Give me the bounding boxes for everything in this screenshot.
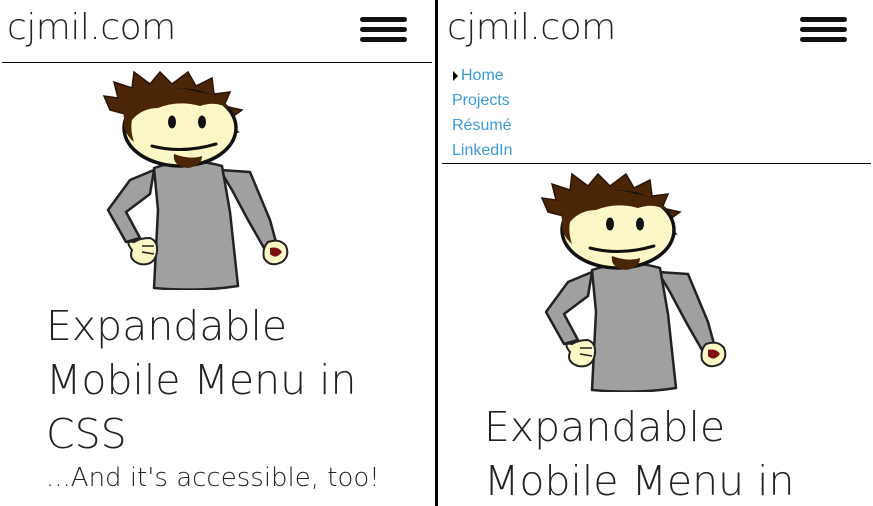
hamburger-menu-icon[interactable] <box>800 17 847 43</box>
site-title-link[interactable]: cjmil.com <box>7 7 176 48</box>
site-header: cjmil.com <box>442 0 871 62</box>
hamburger-menu-icon[interactable] <box>360 17 407 43</box>
nav-item-home: Home <box>442 63 871 88</box>
nav-link-resume[interactable]: Résumé <box>452 113 512 138</box>
nav-item-linkedin: LinkedIn <box>442 138 871 163</box>
nav-menu: Home Projects Résumé LinkedIn <box>442 63 871 164</box>
expanded-menu-view: cjmil.com Home Projects Résumé LinkedIn <box>438 0 873 506</box>
page-heading: Expandable Mobile Menu in CSS <box>46 302 357 458</box>
nav-link-projects[interactable]: Projects <box>452 88 510 113</box>
avatar-cartoon <box>540 172 727 392</box>
nav-item-resume: Résumé <box>442 113 871 138</box>
triangle-right-icon <box>453 71 458 81</box>
page-subheading: ...And it's accessible, too! <box>46 463 380 493</box>
nav-item-projects: Projects <box>442 88 871 113</box>
site-header: cjmil.com <box>2 0 432 63</box>
avatar-cartoon <box>102 70 289 290</box>
page-heading: Expandable Mobile Menu in <box>484 403 795 505</box>
site-title-link[interactable]: cjmil.com <box>447 7 616 48</box>
collapsed-menu-view: cjmil.com Expandable Mobile Menu in CSS … <box>0 0 435 506</box>
nav-link-home[interactable]: Home <box>461 63 504 88</box>
nav-link-linkedin[interactable]: LinkedIn <box>452 138 513 163</box>
